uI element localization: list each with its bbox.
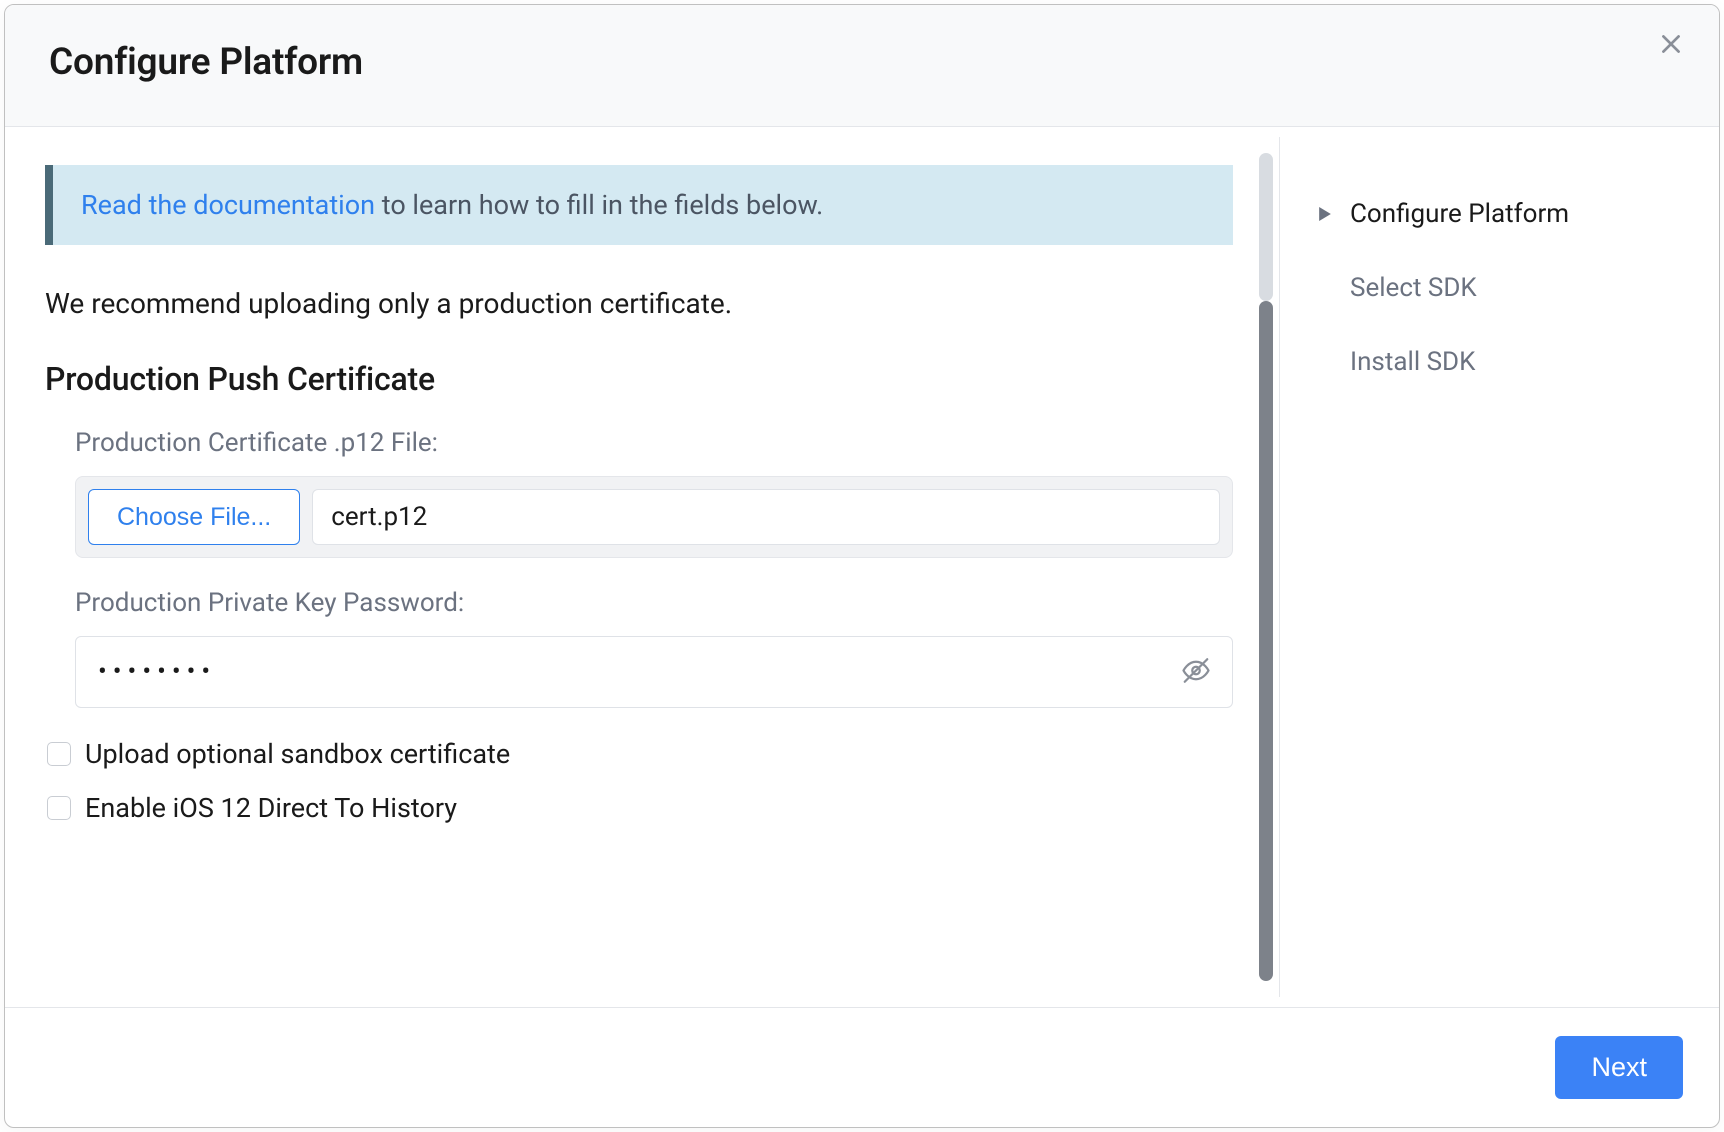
modal-title: Configure Platform	[49, 41, 1675, 84]
password-field-group: Production Private Key Password:	[45, 588, 1233, 708]
ios12-checkbox[interactable]	[47, 796, 71, 820]
steps-sidebar: Configure Platform Select SDK Install SD…	[1279, 137, 1719, 997]
content-column: Read the documentation to learn how to f…	[5, 127, 1279, 1007]
banner-rest-text: to learn how to fill in the fields below…	[375, 189, 823, 221]
step-label: Select SDK	[1350, 273, 1477, 303]
modal-header: Configure Platform	[5, 5, 1719, 127]
choose-file-button[interactable]: Choose File...	[88, 489, 300, 545]
scrollbar-track[interactable]	[1259, 153, 1273, 981]
scroll-area[interactable]: Read the documentation to learn how to f…	[5, 127, 1279, 1007]
eye-off-icon	[1181, 656, 1211, 689]
sandbox-checkbox-row[interactable]: Upload optional sandbox certificate	[45, 738, 1233, 770]
step-select-sdk[interactable]: Select SDK	[1310, 251, 1699, 325]
password-input-wrap	[75, 636, 1233, 708]
file-field-label: Production Certificate .p12 File:	[75, 428, 1233, 458]
file-picker-row: Choose File... cert.p12	[75, 476, 1233, 558]
password-input[interactable]	[75, 636, 1233, 708]
toggle-password-visibility-button[interactable]	[1175, 650, 1217, 695]
documentation-link[interactable]: Read the documentation	[81, 189, 375, 221]
scrollbar-thumb[interactable]	[1259, 301, 1273, 981]
section-title: Production Push Certificate	[45, 360, 1233, 398]
ios12-checkbox-label: Enable iOS 12 Direct To History	[85, 792, 457, 824]
next-button[interactable]: Next	[1555, 1036, 1683, 1099]
configure-platform-modal: Configure Platform Read the documentatio…	[4, 4, 1720, 1128]
step-label: Configure Platform	[1350, 199, 1569, 229]
sandbox-checkbox-label: Upload optional sandbox certificate	[85, 738, 510, 770]
caret-right-icon	[1314, 207, 1336, 221]
close-button[interactable]	[1651, 25, 1691, 65]
recommendation-text: We recommend uploading only a production…	[45, 287, 1233, 320]
sandbox-checkbox[interactable]	[47, 742, 71, 766]
info-banner: Read the documentation to learn how to f…	[45, 165, 1233, 245]
ios12-checkbox-row[interactable]: Enable iOS 12 Direct To History	[45, 792, 1233, 824]
modal-body: Read the documentation to learn how to f…	[5, 127, 1719, 1007]
password-field-label: Production Private Key Password:	[75, 588, 1233, 618]
file-field-group: Production Certificate .p12 File: Choose…	[45, 428, 1233, 558]
step-label: Install SDK	[1350, 347, 1475, 377]
selected-file-name: cert.p12	[312, 489, 1220, 545]
close-icon	[1658, 31, 1684, 60]
step-install-sdk[interactable]: Install SDK	[1310, 325, 1699, 399]
scrollbar-thumb-inactive	[1259, 153, 1273, 301]
step-configure-platform[interactable]: Configure Platform	[1310, 177, 1699, 251]
modal-footer: Next	[5, 1007, 1719, 1127]
